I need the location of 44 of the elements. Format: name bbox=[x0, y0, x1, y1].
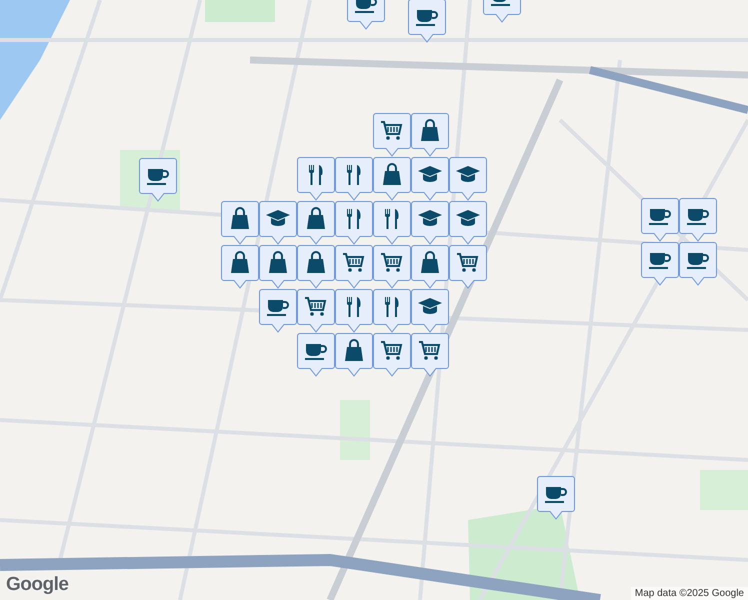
restaurant-marker[interactable] bbox=[335, 157, 373, 200]
coffee-marker[interactable] bbox=[537, 476, 575, 520]
cart-marker[interactable] bbox=[373, 113, 411, 156]
park-area bbox=[340, 400, 370, 460]
coffee-marker[interactable] bbox=[679, 198, 717, 242]
bag-marker[interactable] bbox=[335, 333, 373, 376]
coffee-marker[interactable] bbox=[297, 333, 335, 376]
bag-marker[interactable] bbox=[411, 113, 449, 156]
school-marker[interactable] bbox=[411, 201, 449, 244]
cart-marker[interactable] bbox=[373, 245, 411, 288]
school-marker[interactable] bbox=[259, 201, 297, 244]
bag-marker[interactable] bbox=[373, 157, 411, 200]
park-area bbox=[700, 470, 748, 510]
cart-marker[interactable] bbox=[373, 333, 411, 376]
map-attribution: Map data ©2025 Google bbox=[630, 587, 748, 600]
bag-marker[interactable] bbox=[221, 245, 259, 288]
bag-marker[interactable] bbox=[411, 245, 449, 288]
cart-marker[interactable] bbox=[297, 289, 335, 332]
cart-marker[interactable] bbox=[449, 245, 487, 288]
restaurant-marker[interactable] bbox=[297, 157, 335, 200]
school-marker[interactable] bbox=[449, 201, 487, 244]
coffee-marker[interactable] bbox=[483, 0, 521, 22]
coffee-marker[interactable] bbox=[679, 242, 717, 286]
bag-marker[interactable] bbox=[297, 245, 335, 288]
school-marker[interactable] bbox=[411, 157, 449, 200]
park-area bbox=[205, 0, 275, 22]
school-marker[interactable] bbox=[411, 289, 449, 332]
restaurant-marker[interactable] bbox=[373, 289, 411, 332]
school-marker[interactable] bbox=[449, 157, 487, 200]
google-logo: Google bbox=[6, 574, 68, 596]
coffee-marker[interactable] bbox=[641, 198, 679, 242]
restaurant-marker[interactable] bbox=[335, 201, 373, 244]
coffee-marker[interactable] bbox=[259, 289, 297, 332]
coffee-marker[interactable] bbox=[408, 0, 446, 42]
bag-marker[interactable] bbox=[221, 201, 259, 244]
cart-marker[interactable] bbox=[335, 245, 373, 288]
restaurant-marker[interactable] bbox=[335, 289, 373, 332]
bag-marker[interactable] bbox=[297, 201, 335, 244]
coffee-marker[interactable] bbox=[139, 158, 177, 202]
coffee-marker[interactable] bbox=[347, 0, 385, 30]
bag-marker[interactable] bbox=[259, 245, 297, 288]
coffee-marker[interactable] bbox=[641, 242, 679, 286]
restaurant-marker[interactable] bbox=[373, 201, 411, 244]
cart-marker[interactable] bbox=[411, 333, 449, 376]
